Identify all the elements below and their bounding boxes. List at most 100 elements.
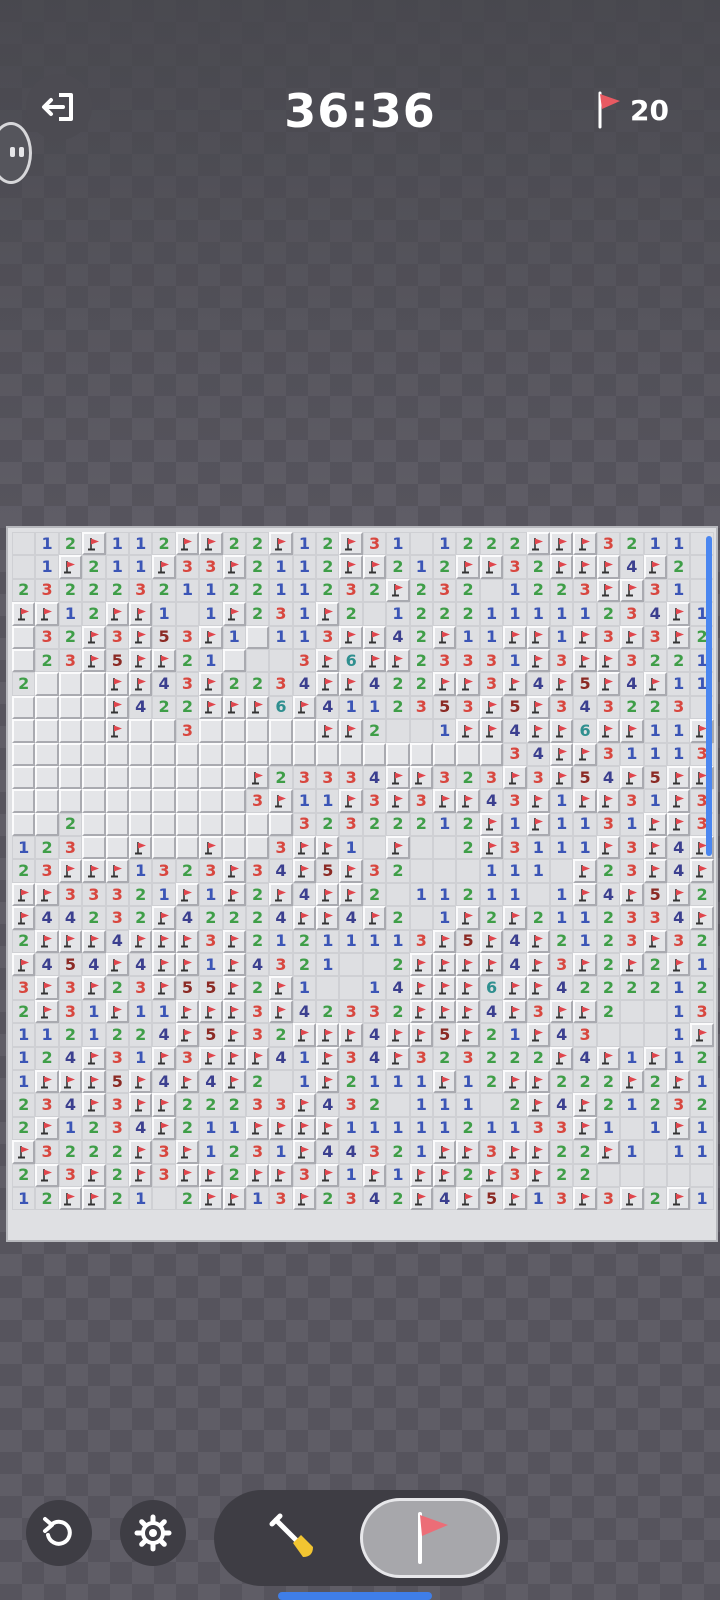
number-cell[interactable]: 4	[82, 953, 106, 977]
number-cell[interactable]: 1	[386, 1163, 410, 1187]
number-cell[interactable]: 1	[433, 906, 457, 930]
number-cell[interactable]: 4	[433, 1186, 457, 1211]
empty-cell[interactable]	[690, 1163, 714, 1187]
unopened-cell[interactable]	[35, 812, 59, 837]
number-cell[interactable]: 2	[222, 672, 246, 696]
flagged-cell[interactable]	[433, 672, 457, 696]
number-cell[interactable]: 4	[596, 882, 621, 907]
number-cell[interactable]: 1	[666, 1140, 691, 1164]
flagged-cell[interactable]	[526, 532, 550, 556]
number-cell[interactable]: 5	[433, 695, 457, 720]
flagged-cell[interactable]	[152, 1046, 176, 1070]
number-cell[interactable]: 2	[362, 812, 387, 837]
number-cell[interactable]: 2	[620, 976, 644, 1000]
unopened-cell[interactable]	[199, 719, 223, 743]
number-cell[interactable]: 2	[292, 953, 317, 977]
number-cell[interactable]: 1	[456, 1069, 480, 1094]
unopened-cell[interactable]	[35, 719, 59, 743]
number-cell[interactable]: 2	[222, 906, 246, 930]
flagged-cell[interactable]	[222, 859, 246, 883]
number-cell[interactable]: 3	[58, 882, 83, 907]
unopened-cell[interactable]	[175, 789, 200, 813]
number-cell[interactable]: 4	[643, 602, 667, 626]
empty-cell[interactable]	[269, 648, 293, 673]
number-cell[interactable]: 3	[245, 789, 270, 813]
flagged-cell[interactable]	[666, 602, 691, 626]
number-cell[interactable]: 2	[596, 976, 621, 1000]
number-cell[interactable]: 3	[58, 648, 83, 673]
number-cell[interactable]: 1	[526, 836, 550, 860]
flagged-cell[interactable]	[479, 555, 504, 579]
number-cell[interactable]: 4	[152, 672, 176, 696]
flagged-cell[interactable]	[175, 1163, 200, 1187]
number-cell[interactable]: 2	[35, 1046, 59, 1070]
number-cell[interactable]: 1	[12, 1046, 36, 1070]
flagged-cell[interactable]	[620, 765, 644, 790]
flagged-cell[interactable]	[596, 672, 621, 696]
flagged-cell[interactable]	[316, 1163, 340, 1187]
empty-cell[interactable]	[175, 602, 200, 626]
flagged-cell[interactable]	[596, 648, 621, 673]
flagged-cell[interactable]	[573, 1116, 597, 1141]
number-cell[interactable]: 3	[362, 789, 387, 813]
flagged-cell[interactable]	[409, 1023, 434, 1047]
number-cell[interactable]: 5	[199, 1023, 223, 1047]
number-cell[interactable]: 1	[269, 578, 293, 603]
number-cell[interactable]: 3	[666, 929, 691, 954]
number-cell[interactable]: 2	[58, 812, 83, 837]
exit-button[interactable]	[26, 74, 92, 140]
flagged-cell[interactable]	[152, 648, 176, 673]
flagged-cell[interactable]	[316, 906, 340, 930]
number-cell[interactable]: 3	[620, 929, 644, 954]
number-cell[interactable]: 2	[386, 812, 410, 837]
flagged-cell[interactable]	[503, 1186, 527, 1211]
number-cell[interactable]: 1	[573, 812, 597, 837]
flagged-cell[interactable]	[222, 602, 246, 626]
number-cell[interactable]: 3	[105, 882, 129, 907]
number-cell[interactable]: 2	[35, 1186, 59, 1211]
number-cell[interactable]: 3	[362, 532, 387, 556]
number-cell[interactable]: 3	[339, 812, 363, 837]
number-cell[interactable]: 1	[549, 602, 574, 626]
flagged-cell[interactable]	[433, 625, 457, 649]
flagged-cell[interactable]	[526, 648, 550, 673]
number-cell[interactable]: 5	[433, 1023, 457, 1047]
empty-cell[interactable]	[362, 953, 387, 977]
flagged-cell[interactable]	[503, 999, 527, 1024]
flagged-cell[interactable]	[643, 859, 667, 883]
unopened-cell[interactable]	[292, 742, 317, 766]
number-cell[interactable]: 2	[105, 1186, 129, 1211]
number-cell[interactable]: 2	[479, 1023, 504, 1047]
number-cell[interactable]: 1	[105, 555, 129, 579]
number-cell[interactable]: 4	[549, 976, 574, 1000]
number-cell[interactable]: 5	[316, 859, 340, 883]
number-cell[interactable]: 3	[58, 1163, 83, 1187]
flagged-cell[interactable]	[643, 1046, 667, 1070]
unopened-cell[interactable]	[269, 812, 293, 837]
restart-button[interactable]	[26, 1500, 92, 1566]
number-cell[interactable]: 3	[409, 789, 434, 813]
flagged-cell[interactable]	[409, 1186, 434, 1211]
number-cell[interactable]: 2	[245, 578, 270, 603]
number-cell[interactable]: 3	[339, 765, 363, 790]
empty-cell[interactable]	[596, 1163, 621, 1187]
unopened-cell[interactable]	[105, 765, 129, 790]
number-cell[interactable]: 2	[456, 578, 480, 603]
number-cell[interactable]: 3	[433, 578, 457, 603]
number-cell[interactable]: 2	[643, 648, 667, 673]
number-cell[interactable]: 2	[316, 555, 340, 579]
unopened-cell[interactable]	[105, 742, 129, 766]
flagged-cell[interactable]	[128, 648, 153, 673]
number-cell[interactable]: 3	[573, 578, 597, 603]
number-cell[interactable]: 2	[82, 1116, 106, 1141]
number-cell[interactable]: 1	[292, 1046, 317, 1070]
number-cell[interactable]: 1	[479, 602, 504, 626]
number-cell[interactable]: 2	[12, 859, 36, 883]
number-cell[interactable]: 3	[339, 1093, 363, 1117]
number-cell[interactable]: 1	[596, 1116, 621, 1141]
number-cell[interactable]: 4	[316, 1093, 340, 1117]
empty-cell[interactable]	[409, 859, 434, 883]
flagged-cell[interactable]	[549, 1046, 574, 1070]
flagged-cell[interactable]	[596, 836, 621, 860]
number-cell[interactable]: 2	[549, 1069, 574, 1094]
